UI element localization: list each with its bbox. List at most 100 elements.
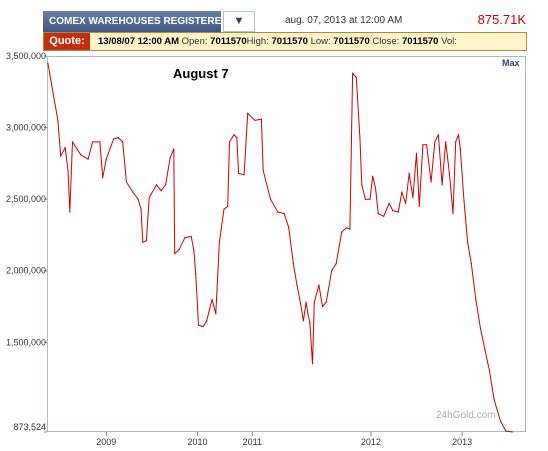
x-tick-label: 2012	[361, 437, 381, 447]
data-point	[296, 284, 298, 286]
data-point	[475, 298, 477, 300]
data-point	[452, 212, 454, 215]
data-point	[211, 298, 213, 300]
data-point	[457, 134, 460, 136]
data-point	[388, 202, 390, 205]
data-point	[488, 370, 491, 372]
data-point	[113, 138, 115, 140]
data-point	[169, 157, 171, 159]
y-tick-label: 2,500,000	[6, 194, 46, 204]
data-point	[228, 141, 231, 143]
data-point	[247, 112, 249, 114]
data-point	[190, 235, 192, 237]
data-point	[67, 169, 69, 172]
data-point	[227, 205, 229, 207]
data-point	[57, 119, 59, 121]
data-point	[80, 154, 82, 156]
data-point	[426, 144, 428, 146]
data-point	[236, 137, 238, 139]
data-point	[302, 320, 304, 322]
data-point	[364, 198, 366, 200]
data-point	[277, 211, 279, 213]
data-point	[288, 227, 290, 229]
data-point	[132, 191, 134, 193]
data-point	[300, 303, 302, 305]
data-point	[412, 197, 414, 199]
data-point	[202, 326, 204, 328]
data-point	[174, 253, 176, 255]
data-point	[307, 313, 309, 315]
x-tick-label: 2013	[452, 437, 472, 447]
watermark-logo: 24hGold.com	[436, 410, 496, 421]
data-point	[401, 191, 403, 193]
x-tick-label: 2010	[188, 437, 208, 447]
data-point	[243, 174, 245, 176]
data-point	[437, 134, 439, 136]
x-tick-label: 2011	[243, 437, 262, 447]
data-point	[223, 208, 225, 210]
data-point	[318, 284, 320, 286]
data-point	[125, 181, 127, 183]
data-point	[392, 210, 394, 212]
data-point	[269, 198, 272, 200]
data-point	[359, 137, 361, 139]
data-point	[238, 172, 240, 174]
data-point	[484, 348, 486, 351]
data-point	[383, 215, 385, 217]
data-point	[145, 240, 147, 242]
data-point	[372, 175, 374, 177]
data-point	[137, 198, 139, 200]
data-point	[361, 184, 363, 186]
data-point	[206, 320, 208, 322]
data-point	[374, 187, 377, 189]
data-point	[233, 134, 235, 136]
series-line	[47, 63, 513, 433]
data-point	[173, 148, 175, 150]
data-point	[69, 211, 71, 213]
series-group	[47, 62, 513, 433]
data-point	[405, 202, 407, 205]
data-point	[441, 184, 443, 186]
data-point	[415, 152, 418, 154]
data-point	[408, 172, 410, 174]
data-point	[377, 212, 379, 215]
data-point	[87, 158, 89, 160]
data-point	[499, 420, 502, 422]
data-point	[467, 241, 469, 243]
data-point	[448, 172, 450, 174]
data-point	[178, 248, 180, 250]
data-point	[51, 84, 53, 86]
data-point	[309, 321, 311, 323]
data-point	[60, 155, 62, 157]
data-point	[165, 184, 167, 186]
y-tick-label: 1,500,000	[6, 337, 46, 347]
data-point	[479, 327, 481, 329]
x-axis: 2009 2010 2011 2012 2013	[96, 432, 472, 447]
data-point	[262, 169, 264, 172]
data-point	[260, 118, 262, 120]
data-point	[352, 72, 354, 74]
data-point	[122, 141, 124, 143]
data-point	[184, 237, 186, 239]
data-point	[215, 313, 217, 315]
data-point	[218, 241, 220, 243]
data-point	[254, 119, 256, 121]
data-point	[142, 241, 144, 243]
x-tick-label: 2009	[96, 437, 116, 447]
data-point	[99, 141, 101, 143]
data-point	[325, 301, 327, 303]
data-point	[195, 273, 197, 275]
data-point	[349, 228, 351, 230]
data-point	[155, 184, 158, 186]
data-point	[148, 197, 150, 199]
data-point	[422, 144, 424, 146]
data-point	[117, 137, 119, 139]
data-point	[331, 270, 333, 272]
data-point	[71, 141, 74, 143]
y-tick-label: 873,524	[13, 422, 46, 432]
data-point	[64, 147, 66, 149]
data-point	[341, 231, 343, 233]
y-tick-label: 2,000,000	[6, 266, 46, 276]
data-point	[434, 141, 436, 143]
data-point	[459, 148, 461, 150]
